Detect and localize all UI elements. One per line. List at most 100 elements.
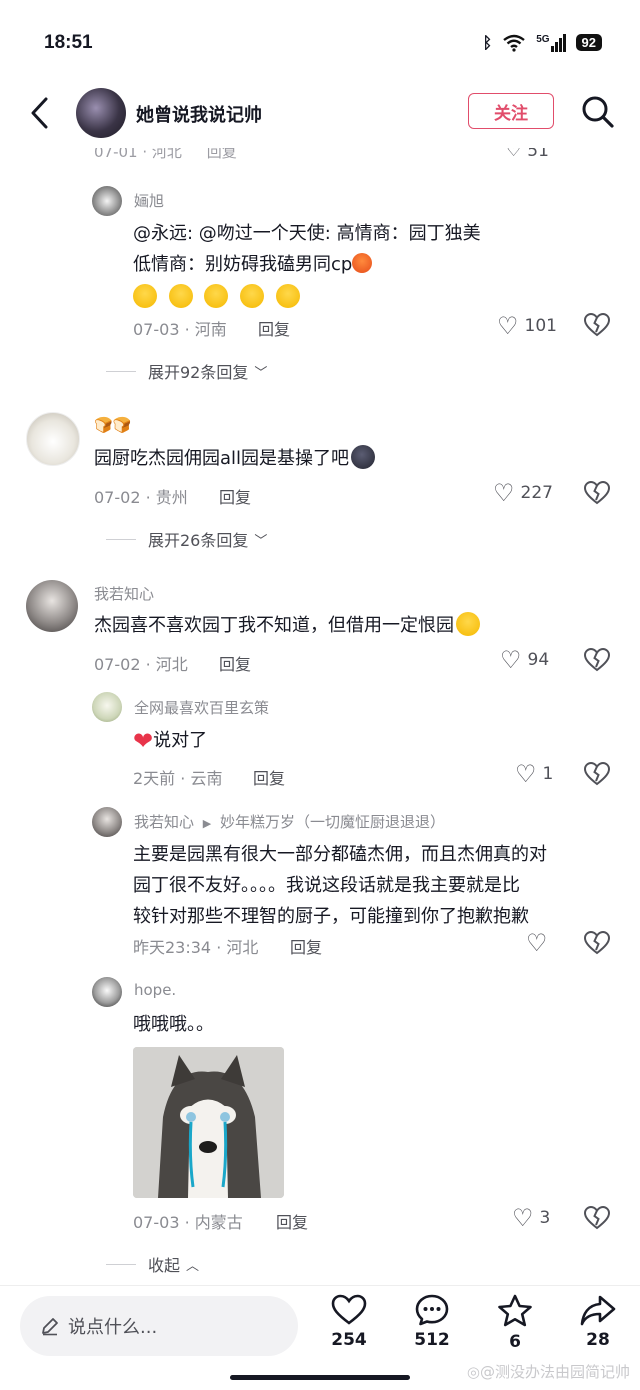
search-button[interactable] <box>580 94 616 130</box>
dislike-button[interactable] <box>583 312 611 341</box>
chevron-up-icon: ︿ <box>186 1258 200 1274</box>
wifi-icon <box>503 34 525 52</box>
like-button[interactable]: ♡ <box>526 929 548 957</box>
broken-heart-icon <box>583 647 611 672</box>
comment-text-line: 较针对那些不理智的厨子，可能撞到你了抱歉抱歉 <box>133 906 529 927</box>
comment-text-line: 园丁很不友好。。。。我说这段话就是我主要就是比 <box>133 875 520 896</box>
divider-line <box>106 370 136 372</box>
reply-button[interactable]: 回复 <box>219 651 251 675</box>
dislike-button[interactable] <box>583 647 611 676</box>
dislike-button[interactable] <box>583 1205 611 1234</box>
reply-button[interactable]: 回复 <box>253 765 285 789</box>
post-favorite-count: 6 <box>509 1332 521 1352</box>
commenter-avatar[interactable] <box>26 580 78 632</box>
dislike-button[interactable] <box>583 761 611 790</box>
comment-text: 杰园喜不喜欢园丁我不知道，但借用一定恨园 <box>94 610 482 641</box>
comment-text: 园厨吃杰园佣园all园是基操了吧 <box>94 443 377 474</box>
comment-meta: 07-03 · 内蒙古 <box>133 1213 243 1232</box>
reply-to-name[interactable]: 妙年糕万岁（一切魔怔厨退退退） <box>220 813 445 831</box>
like-count: 1 <box>542 764 554 784</box>
expand-label: 展开26条回复 <box>148 531 249 550</box>
like-button[interactable]: ♡ 227 <box>493 479 553 507</box>
commenter-avatar[interactable] <box>92 692 122 722</box>
like-button[interactable]: ♡ 3 <box>512 1204 550 1232</box>
commenter-avatar[interactable] <box>92 807 122 837</box>
dislike-button[interactable] <box>583 480 611 509</box>
dislike-button[interactable] <box>583 930 611 959</box>
broken-heart-icon <box>583 480 611 505</box>
heart-icon: ♡ <box>497 312 519 340</box>
search-icon <box>582 96 614 128</box>
like-count: 3 <box>539 1208 551 1228</box>
comment-meta: 07-02 · 贵州 <box>94 488 188 507</box>
star-icon <box>498 1294 532 1327</box>
home-indicator[interactable] <box>230 1375 410 1380</box>
comment-text: 哦哦哦。。 <box>133 1014 214 1035</box>
battery-level: 92 <box>575 34 602 51</box>
like-count: 227 <box>520 483 553 503</box>
comment-image[interactable] <box>133 1047 284 1198</box>
laughing-emoji-icon <box>240 284 265 308</box>
like-post-button[interactable]: 254 <box>319 1294 379 1350</box>
laughing-emoji-icon <box>204 284 229 308</box>
like-button[interactable]: ♡ 1 <box>515 760 553 788</box>
comment-meta: 07-02 · 河北 <box>94 655 188 674</box>
comment-input[interactable]: 说点什么... <box>20 1296 298 1356</box>
laughing-emoji-icon <box>133 284 157 308</box>
post-share-count: 28 <box>586 1330 610 1350</box>
comment-text-line: 低情商：别妨碍我磕男同cp <box>133 249 573 280</box>
like-count: 94 <box>527 650 550 670</box>
bluetooth-icon: ᛒ <box>482 33 493 52</box>
commenter-avatar[interactable] <box>92 186 122 216</box>
heart-icon: ♡ <box>493 479 515 507</box>
network-type: 5G <box>536 33 550 45</box>
commenter-name[interactable]: hope. <box>134 981 176 999</box>
commenter-avatar[interactable] <box>26 412 80 466</box>
commenter-name[interactable]: 全网最喜欢百里玄策 <box>134 697 269 718</box>
broken-heart-icon <box>583 1205 611 1230</box>
commenter-name[interactable]: 我若知心 <box>94 583 154 604</box>
like-count: 101 <box>524 316 557 336</box>
reply-button[interactable]: 回复 <box>290 934 322 958</box>
red-heart-emoji-icon: ❤ <box>133 727 154 755</box>
divider-line <box>106 1263 136 1265</box>
commenter-avatar[interactable] <box>92 977 122 1007</box>
like-button[interactable]: ♡ 101 <box>497 312 557 340</box>
expand-label: 展开92条回复 <box>148 363 249 382</box>
comment-text-line: @永远: @吻过一个天使: 高情商：园丁独美 <box>133 223 481 244</box>
follow-button[interactable]: 关注 <box>468 93 554 129</box>
comment-meta: 07-03 · 河南 <box>133 320 227 339</box>
dark-face-emoji-icon <box>351 445 376 469</box>
chevron-down-icon: ﹀ <box>254 365 268 381</box>
expand-replies-button[interactable]: 展开92条回复 ﹀ <box>106 359 267 383</box>
back-arrow-icon <box>31 97 48 129</box>
reply-button[interactable]: 回复 <box>276 1209 308 1233</box>
author-avatar[interactable] <box>76 88 126 138</box>
laughing-emoji-icon <box>275 284 300 308</box>
emoji-row <box>133 282 573 313</box>
divider-line <box>106 538 136 540</box>
author-name[interactable]: 她曾说我说记帅 <box>136 101 262 127</box>
reply-button[interactable]: 回复 <box>219 484 251 508</box>
comment-text: ❤说对了 <box>133 727 208 755</box>
share-arrow-icon <box>580 1295 616 1326</box>
angry-emoji-icon <box>352 253 373 273</box>
like-button[interactable]: ♡ 94 <box>500 646 549 674</box>
post-comment-count: 512 <box>414 1330 450 1350</box>
commenter-name[interactable]: 我若知心 <box>134 813 194 831</box>
comment-text-line: 主要是园黑有很大一部分都磕杰佣，而且杰佣真的对 <box>133 844 547 865</box>
reply-button[interactable]: 回复 <box>258 316 290 340</box>
reply-arrow-icon: ▶ <box>202 817 212 830</box>
collapse-replies-button[interactable]: 收起 ︿ <box>106 1252 199 1276</box>
comment-meta: 2天前 · 云南 <box>133 769 223 788</box>
comment-post-button[interactable]: 512 <box>402 1294 462 1350</box>
back-button[interactable] <box>26 96 56 130</box>
crying-laughing-emoji-icon <box>456 612 480 636</box>
share-post-button[interactable]: 28 <box>568 1294 628 1350</box>
commenter-name[interactable]: 婳旭 <box>134 190 164 211</box>
heart-icon: ♡ <box>512 1204 534 1232</box>
favorite-post-button[interactable]: 6 <box>485 1294 545 1352</box>
expand-replies-button[interactable]: 展开26条回复 ﹀ <box>106 527 267 551</box>
commenter-name[interactable]: 🍞🍞 <box>94 416 131 434</box>
comment-text: 主要是园黑有很大一部分都磕杰佣，而且杰佣真的对 园丁很不友好。。。。我说这段话就… <box>133 839 613 932</box>
